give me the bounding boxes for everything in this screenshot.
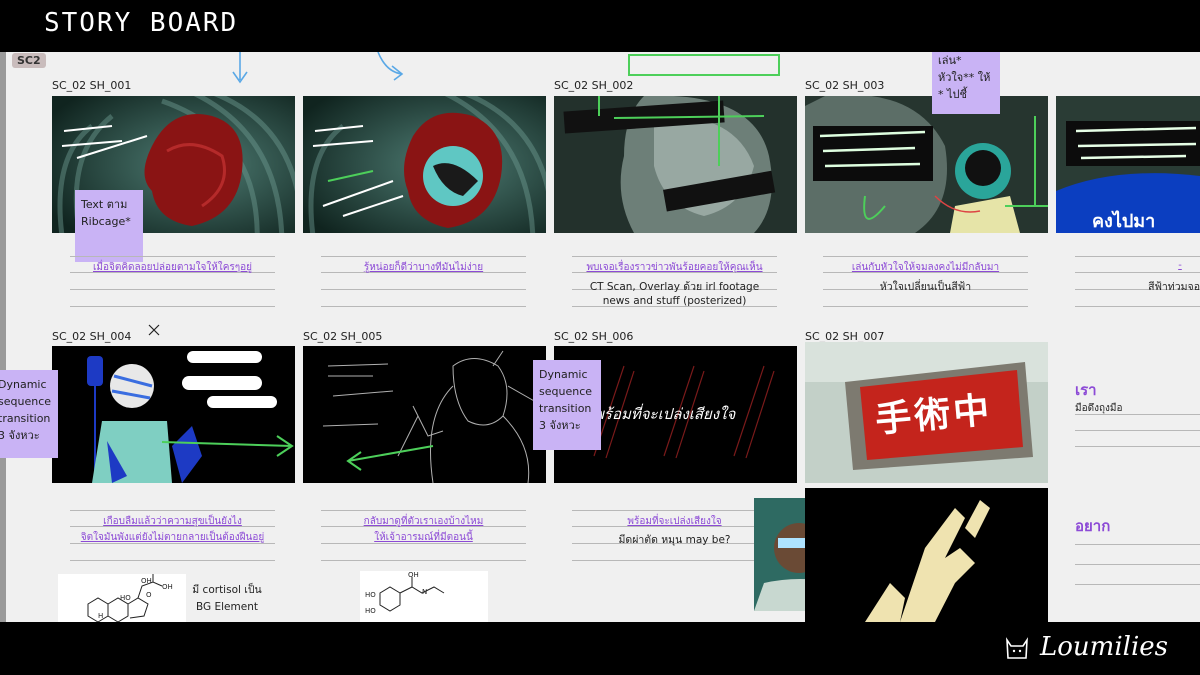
shot-frame-sh003b[interactable]: คงไปมา: [1056, 96, 1200, 233]
frame-overlay-text: คงไปมา: [1092, 211, 1156, 232]
adrenaline-structure-image[interactable]: OH HO HO N: [360, 571, 488, 622]
molecule-label: N: [422, 588, 428, 596]
shot-note: CT Scan, Overlay ด้วย irl footage: [589, 281, 760, 293]
lyric-caption: รู้หน่อยก็ดีว่าบางทีมันไม่ง่าย: [363, 262, 484, 273]
shot-frame-sh007[interactable]: 手術中: [805, 342, 1048, 483]
shot-note: หัวใจเปลี่ยนเป็นสีฟ้า: [879, 281, 972, 293]
shot-frame-sh004[interactable]: [52, 346, 295, 483]
lyric-caption: เล่นกับหัวใจให้จมลงคงไม่มีกลับมา: [851, 262, 1000, 273]
patient-character-illustration: [52, 346, 295, 483]
bottom-bar: Loumilies: [0, 622, 1200, 675]
lyric-caption: เกือบลืมแล้วว่าความสุขเป็นยังไง: [103, 516, 242, 527]
lyric-caption: ให้เจ้าอารมณ์ที่มีตอนนี้: [374, 532, 473, 543]
shot-label: SC_02 SH_006: [554, 330, 634, 343]
lyric-caption: -: [1178, 260, 1182, 271]
reference-frame-hands[interactable]: [805, 488, 1048, 622]
sticky-note-dynamic-mid[interactable]: Dynamic sequence transition 3 จังหวะ: [533, 360, 601, 450]
left-rail: [0, 52, 6, 622]
shot-label: SC_02 SH_005: [303, 330, 383, 343]
sticky-note-text: Dynamic sequence transition 3 จังหวะ: [0, 378, 52, 442]
arrow-down-icon: [377, 52, 404, 81]
lyric-word: เรา: [1075, 381, 1097, 399]
shot-label: SC_02 SH_004: [52, 330, 132, 343]
close-icon: [148, 324, 160, 336]
cat-logo-icon: [1006, 637, 1028, 659]
lyric-caption: เมื่อจิตคิดลอยปล่อยตามใจให้ใครๆอยู่: [93, 262, 252, 273]
page-title: STORY BOARD: [44, 8, 239, 38]
molecule-label: OH: [408, 571, 419, 579]
arrow-down-icon: [232, 52, 248, 84]
lyric-caption: จิตใจมันพังแต่ยังไม่ตายกลายเป็นต้องฝืนอย…: [80, 532, 265, 543]
frame-overlay-text: พร้อมที่จะเปล่งเสียงใจ: [594, 405, 736, 423]
sticky-note-top-right[interactable]: เล่น* หัวใจ** ให้ * ไปชี้: [932, 52, 1000, 114]
sticky-note-text: Text ตาม Ribcage*: [81, 198, 131, 228]
shot-frame-sh003[interactable]: [805, 96, 1048, 233]
section-badge[interactable]: SC2: [12, 53, 46, 68]
sticky-note-ribcage[interactable]: Text ตาม Ribcage*: [75, 190, 143, 262]
shot-note: มีดผ่าตัด หมุน may be?: [618, 534, 731, 546]
molecule-label: HO: [365, 607, 376, 615]
lyric-caption: พร้อมที่จะเปล่งเสียงใจ: [627, 516, 722, 527]
shot-label: SC_02 SH_002: [554, 79, 634, 92]
shot-frame-sh001b[interactable]: [303, 96, 546, 233]
shot-label: SC_02 SH_003: [805, 79, 885, 92]
shot-note: สีฟ้าท่วมจอ: [1148, 281, 1200, 293]
shot-note: news and stuff (posterized): [602, 295, 747, 307]
brand-logo-text: Loumilies: [1040, 632, 1168, 662]
shot-note: มี cortisol เป็น BG Element: [192, 584, 262, 613]
shot-label: SC_02 SH_001: [52, 79, 132, 92]
lyric-caption: พบเจอเรื่องราวข่าวพันร้อยคอยให้คุณเห็น: [586, 262, 763, 273]
lyric-caption: กลับมาดูที่ตัวเราเองบ้างไหม: [363, 516, 484, 527]
molecule-label: OH: [162, 583, 173, 591]
shot-frame-sh002[interactable]: [554, 96, 797, 233]
shot-frame-sh005[interactable]: [303, 346, 546, 483]
sticky-note-text: Dynamic sequence transition 3 จังหวะ: [539, 368, 593, 432]
storyboard-canvas[interactable]: SC2 SC_02 SH_001 Text ตาม Ribcage* SC_02…: [0, 52, 1200, 622]
molecule-label: HO: [365, 591, 376, 599]
sticky-note-dynamic-left[interactable]: Dynamic sequence transition 3 จังหวะ: [0, 370, 58, 458]
xray-heart-character-illustration: [303, 96, 546, 233]
sketch-character-illustration: [303, 346, 546, 483]
green-highlight-box: [628, 54, 780, 76]
lyric-word: อยาก: [1075, 517, 1111, 535]
cortisol-structure-image[interactable]: OH OH O HO H: [58, 574, 186, 622]
sticky-note-text: เล่น* หัวใจ** ให้ * ไปชี้: [938, 54, 991, 101]
molecule-label: HO: [120, 594, 131, 602]
ct-scan-head-illustration: [554, 96, 797, 233]
gloved-hands-illustration: [805, 488, 1048, 622]
surgery-sign-text: 手術中: [873, 389, 994, 442]
ct-scan-character-illustration: [805, 96, 1048, 233]
adrenaline-molecule-diagram: [379, 577, 445, 612]
top-bar: STORY BOARD: [0, 0, 1200, 52]
molecule-label: H: [98, 612, 104, 620]
molecule-label: O: [146, 591, 152, 599]
molecule-label: OH: [141, 577, 152, 585]
